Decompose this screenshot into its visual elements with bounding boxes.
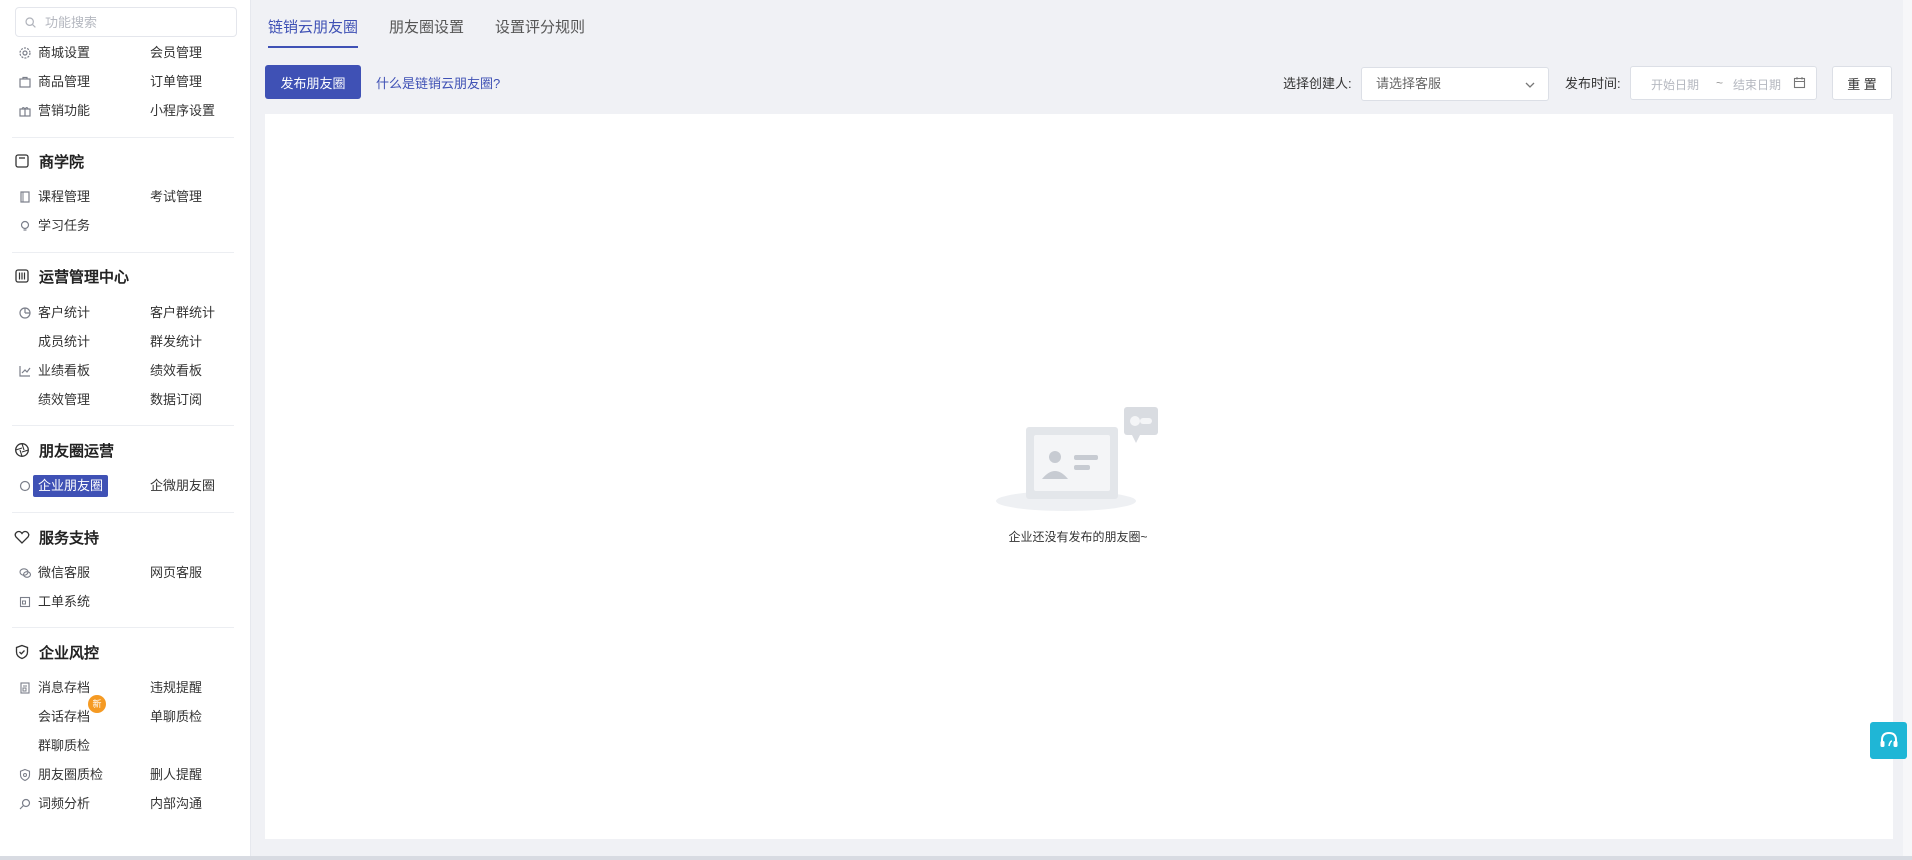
nav-miniprogram-settings[interactable]: 小程序设置 <box>150 100 215 122</box>
section-title: 商学院 <box>39 153 85 171</box>
section-business-school: 商学院 <box>14 150 84 172</box>
tab-lxy-moments[interactable]: 链销云朋友圈 <box>268 0 359 50</box>
customer-support-button[interactable] <box>1870 722 1907 759</box>
section-title: 运营管理中心 <box>39 268 130 286</box>
nav-session-archive[interactable]: 会话存档 <box>38 706 90 728</box>
divider <box>12 512 234 513</box>
empty-state-text: 企业还没有发布的朋友圈~ <box>1008 530 1148 544</box>
nav-learning-tasks[interactable]: 学习任务 <box>38 215 90 237</box>
nav-customer-group-stats[interactable]: 客户群统计 <box>150 302 215 324</box>
divider <box>12 137 234 138</box>
tab-moments-settings[interactable]: 朋友圈设置 <box>389 0 464 50</box>
section-title: 朋友圈运营 <box>39 442 115 460</box>
gear-icon <box>18 46 32 60</box>
nav-ticket-system[interactable]: 工单系统 <box>38 591 90 613</box>
nav-wechat-service[interactable]: 微信客服 <box>38 562 90 584</box>
gift-icon <box>18 104 32 118</box>
nav-word-frequency[interactable]: 词频分析 <box>38 793 90 815</box>
heart-hand-icon <box>14 529 30 545</box>
nav-mall-settings[interactable]: 商城设置 <box>38 42 90 64</box>
magnifier-icon <box>18 797 32 811</box>
creator-select-placeholder: 请选择客服 <box>1376 76 1442 91</box>
archive-icon <box>18 681 32 695</box>
chat-icon <box>18 479 32 493</box>
headset-icon <box>1880 731 1897 747</box>
pie-icon <box>18 306 32 320</box>
date-separator: ~ <box>1716 76 1724 90</box>
nav-kpi-management[interactable]: 绩效管理 <box>38 389 90 411</box>
nav-message-archive[interactable]: 消息存档 <box>38 677 90 699</box>
shield-icon <box>18 768 32 782</box>
search-box[interactable] <box>15 7 237 37</box>
nav-data-subscription[interactable]: 数据订阅 <box>150 389 202 411</box>
section-service-support: 服务支持 <box>14 526 99 548</box>
help-link[interactable]: 什么是链销云朋友圈? <box>376 73 500 92</box>
tab-score-rules[interactable]: 设置评分规则 <box>495 0 585 50</box>
calendar-icon <box>1793 77 1806 89</box>
nav-wecom-moments[interactable]: 企微朋友圈 <box>150 475 215 497</box>
book-icon <box>14 153 30 169</box>
section-risk-control: 企业风控 <box>14 641 99 663</box>
section-title: 服务支持 <box>39 529 100 547</box>
creator-select[interactable]: 请选择客服 <box>1361 67 1549 101</box>
publish-time-label: 发布时间: <box>1565 76 1621 91</box>
nav-kpi-board[interactable]: 绩效看板 <box>150 360 202 382</box>
nav-broadcast-stats[interactable]: 群发统计 <box>150 331 202 353</box>
divider <box>12 425 234 426</box>
nav-product-management[interactable]: 商品管理 <box>38 71 90 93</box>
line-chart-icon <box>18 364 32 378</box>
search-input[interactable] <box>43 13 227 31</box>
nav-enterprise-moments[interactable]: 企业朋友圈 <box>33 475 109 497</box>
sidebar: 商城设置 会员管理 商品管理 订单管理 营销功能 小程序设置 商学院 课程管理 … <box>0 0 251 856</box>
section-moments-ops: 朋友圈运营 <box>14 439 114 461</box>
start-date-input[interactable]: 开始日期 <box>1651 76 1699 93</box>
nav-member-stats[interactable]: 成员统计 <box>38 331 90 353</box>
nav-delete-alert[interactable]: 删人提醒 <box>150 764 202 786</box>
nav-performance-board[interactable]: 业绩看板 <box>38 360 90 382</box>
divider <box>12 252 234 253</box>
nav-course-management[interactable]: 课程管理 <box>38 186 90 208</box>
section-title: 企业风控 <box>39 644 100 662</box>
shield-check-icon <box>14 644 30 660</box>
section-operations-center: 运营管理中心 <box>14 265 129 287</box>
nav-single-chat-qc[interactable]: 单聊质检 <box>150 706 202 728</box>
bulb-icon <box>18 219 32 233</box>
creator-label: 选择创建人: <box>1283 76 1352 91</box>
bottom-bar <box>0 856 1912 860</box>
bag-icon <box>18 75 32 89</box>
nav-customer-stats[interactable]: 客户统计 <box>38 302 90 324</box>
nav-group-chat-qc[interactable]: 群聊质检 <box>38 735 90 757</box>
empty-illustration <box>996 407 1158 511</box>
main-tabs: 链销云朋友圈 朋友圈设置 设置评分规则 <box>268 0 616 50</box>
doc-icon <box>18 190 32 204</box>
nav-moments-qc[interactable]: 朋友圈质检 <box>38 764 103 786</box>
aperture-icon <box>14 442 30 458</box>
nav-web-service[interactable]: 网页客服 <box>150 562 202 584</box>
nav-violation-alert[interactable]: 违规提醒 <box>150 677 202 699</box>
end-date-input[interactable]: 结束日期 <box>1733 76 1781 93</box>
nav-internal-comm[interactable]: 内部沟通 <box>150 793 202 815</box>
nav-order-management[interactable]: 订单管理 <box>150 71 202 93</box>
nav-exam-management[interactable]: 考试管理 <box>150 186 202 208</box>
search-icon <box>25 16 36 28</box>
ticket-icon <box>18 595 32 609</box>
wechat-icon <box>18 566 32 580</box>
publish-moments-button[interactable]: 发布朋友圈 <box>265 65 361 99</box>
sliders-icon <box>14 268 30 284</box>
nav-marketing[interactable]: 营销功能 <box>38 100 90 122</box>
date-range-picker[interactable]: 开始日期 ~ 结束日期 <box>1630 66 1817 100</box>
reset-button[interactable]: 重 置 <box>1832 66 1892 100</box>
nav-member-management[interactable]: 会员管理 <box>150 42 202 64</box>
divider <box>12 627 234 628</box>
new-badge: 新 <box>88 695 106 713</box>
chevron-down-icon <box>1525 82 1535 88</box>
